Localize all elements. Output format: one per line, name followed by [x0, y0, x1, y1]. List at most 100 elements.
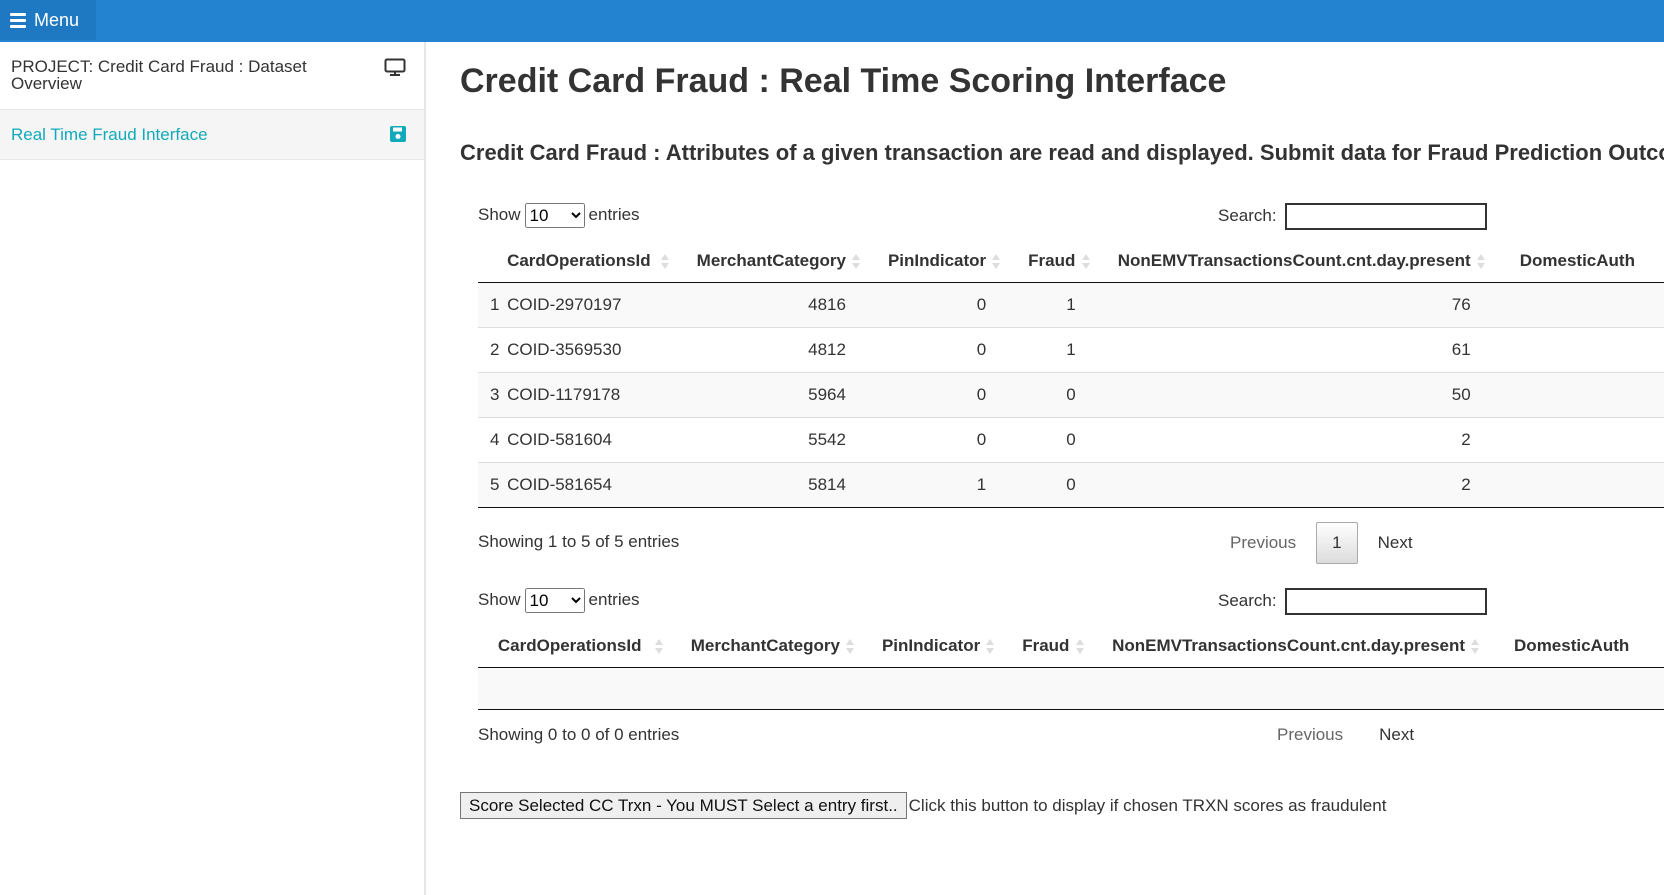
table-scroll[interactable]: CardOperationsId MerchantCategory PinInd… — [478, 240, 1664, 508]
score-selected-transaction-button[interactable]: Score Selected CC Trxn - You MUST Select… — [460, 792, 907, 819]
column-header-index — [478, 240, 508, 283]
nonemv-count-cell: 50 — [1097, 371, 1493, 417]
entries-per-page-select[interactable]: 10 — [524, 587, 585, 613]
save-icon — [390, 126, 406, 145]
column-header-domesticauth[interactable]: DomesticAuth — [1487, 625, 1664, 668]
previous-page-button[interactable]: Previous — [1259, 715, 1361, 755]
domestic-auth-cell — [1492, 461, 1664, 508]
fraud-cell: 1 — [1008, 282, 1098, 327]
sidebar-item-dataset-overview[interactable]: PROJECT: Credit Card Fraud : Dataset Ove… — [0, 42, 424, 110]
merchant-category-cell: 5542 — [676, 416, 868, 462]
sort-icon — [986, 639, 995, 655]
search-control: Search: — [1218, 202, 1487, 230]
merchant-category-cell: 4816 — [676, 282, 868, 327]
column-header-domesticauth[interactable]: DomesticAuth — [1492, 240, 1664, 283]
empty-row — [478, 667, 1664, 710]
score-instruction-text: Click this button to display if chosen T… — [908, 795, 1387, 815]
column-header-nonemv-count[interactable]: NonEMVTransactionsCount.cnt.day.present — [1092, 625, 1488, 668]
merchant-category-cell: 4812 — [676, 326, 868, 372]
monitor-icon — [384, 58, 406, 81]
nonemv-count-cell: 61 — [1097, 326, 1493, 372]
column-header-merchantcategory[interactable]: MerchantCategory — [670, 625, 862, 668]
length-control: Show 10 entries — [478, 202, 640, 228]
column-header-pinindicator[interactable]: PinIndicator — [861, 625, 1003, 668]
card-operations-id-cell: COID-581654 — [507, 461, 677, 508]
column-header-nonemv-count[interactable]: NonEMVTransactionsCount.cnt.day.present — [1097, 240, 1493, 283]
top-navbar: Menu — [0, 0, 1664, 42]
column-label: DomesticAuth — [1514, 635, 1630, 655]
entries-per-page-select[interactable]: 10 — [524, 202, 585, 228]
next-page-button[interactable]: Next — [1361, 715, 1432, 755]
column-header-pinindicator[interactable]: PinIndicator — [867, 240, 1009, 283]
table-row[interactable]: 5 COID-581654 5814 1 0 2 — [478, 461, 1664, 508]
sort-icon — [992, 254, 1001, 270]
empty-cell — [478, 667, 1664, 710]
column-header-merchantcategory[interactable]: MerchantCategory — [676, 240, 868, 283]
pin-indicator-cell: 1 — [867, 461, 1009, 508]
column-label: DomesticAuth — [1519, 250, 1635, 270]
column-label: MerchantCategory — [690, 635, 840, 655]
row-index-cell: 2 — [478, 326, 508, 372]
table-info: Showing 1 to 5 of 5 entries — [478, 532, 680, 551]
search-input[interactable] — [1284, 587, 1487, 615]
column-header-index — [478, 625, 498, 668]
table-info: Showing 0 to 0 of 0 entries — [478, 725, 680, 744]
domestic-auth-cell — [1492, 282, 1664, 327]
hamburger-icon — [10, 10, 26, 31]
fraud-cell: 1 — [1008, 326, 1098, 372]
merchant-category-cell: 5814 — [676, 461, 868, 508]
sort-icon — [660, 254, 669, 270]
table-row[interactable]: 4 COID-581604 5542 0 0 2 — [478, 416, 1664, 462]
entries-label: entries — [588, 205, 640, 224]
table-scroll[interactable]: CardOperationsId MerchantCategory PinInd… — [478, 625, 1664, 710]
column-header-cardoperationsid[interactable]: CardOperationsId — [507, 240, 677, 283]
column-label: PinIndicator — [881, 635, 981, 655]
sort-icon — [851, 254, 860, 270]
score-row: Score Selected CC Trxn - You MUST Select… — [460, 792, 1386, 819]
pin-indicator-cell: 0 — [867, 371, 1009, 417]
sort-icon — [1076, 639, 1085, 655]
pagination: Previous Next — [1259, 715, 1432, 755]
card-operations-id-cell: COID-581604 — [507, 416, 677, 462]
next-page-button[interactable]: Next — [1360, 523, 1431, 563]
sort-icon — [845, 639, 854, 655]
card-operations-id-cell: COID-2970197 — [507, 282, 677, 327]
pin-indicator-cell: 0 — [867, 416, 1009, 462]
table-row[interactable]: 3 COID-1179178 5964 0 0 50 — [478, 371, 1664, 417]
length-control: Show 10 entries — [478, 587, 640, 613]
show-label: Show — [478, 590, 521, 609]
sort-icon — [1471, 639, 1480, 655]
column-header-fraud[interactable]: Fraud — [1002, 625, 1093, 668]
column-label: PinIndicator — [887, 250, 987, 270]
pin-indicator-cell: 0 — [867, 282, 1009, 327]
column-label: MerchantCategory — [696, 250, 846, 270]
column-header-fraud[interactable]: Fraud — [1008, 240, 1098, 283]
fraud-cell: 0 — [1008, 371, 1098, 417]
show-label: Show — [478, 205, 521, 224]
column-label: Fraud — [1022, 635, 1070, 655]
table-row[interactable]: 2 COID-3569530 4812 0 1 61 — [478, 326, 1664, 372]
sidebar-item-label: Real Time Fraud Interface — [11, 125, 208, 144]
column-header-cardoperationsid[interactable]: CardOperationsId — [497, 625, 671, 668]
search-input[interactable] — [1284, 202, 1487, 230]
selected-transaction-table: CardOperationsId MerchantCategory PinInd… — [478, 625, 1664, 710]
column-label: CardOperationsId — [507, 250, 651, 270]
domestic-auth-cell — [1492, 371, 1664, 417]
sidebar-item-real-time-fraud-interface[interactable]: Real Time Fraud Interface — [0, 110, 424, 160]
previous-page-button[interactable]: Previous — [1212, 523, 1314, 563]
menu-button[interactable]: Menu — [0, 0, 96, 40]
table-header-row: CardOperationsId MerchantCategory PinInd… — [478, 625, 1664, 668]
page-1-button[interactable]: 1 — [1316, 522, 1358, 564]
fraud-cell: 0 — [1008, 461, 1098, 508]
sidebar-item-label: PROJECT: Credit Card Fraud : Dataset Ove… — [11, 57, 307, 93]
merchant-category-cell: 5964 — [676, 371, 868, 417]
domestic-auth-cell — [1492, 416, 1664, 462]
row-index-cell: 1 — [478, 282, 508, 327]
row-index-cell: 5 — [478, 461, 508, 508]
column-label: Fraud — [1028, 250, 1076, 270]
card-operations-id-cell: COID-3569530 — [507, 326, 677, 372]
row-index-cell: 3 — [478, 371, 508, 417]
sort-icon — [1476, 254, 1485, 270]
card-operations-id-cell: COID-1179178 — [507, 371, 677, 417]
table-row[interactable]: 1 COID-2970197 4816 0 1 76 — [478, 282, 1664, 327]
